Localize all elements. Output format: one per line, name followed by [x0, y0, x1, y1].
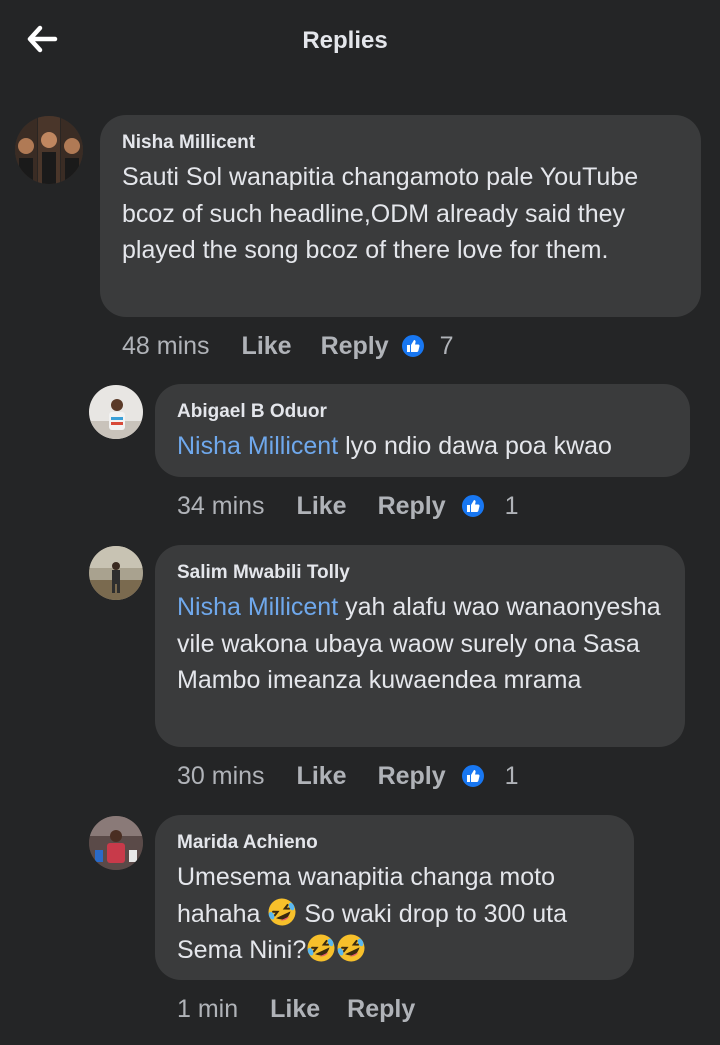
- reply-button[interactable]: Reply: [378, 762, 446, 791]
- comment-bubble[interactable]: Nisha Millicent Sauti Sol wanapitia chan…: [100, 115, 701, 317]
- avatar[interactable]: [89, 546, 143, 600]
- rolling-laughing-emoji-icon: [268, 898, 296, 925]
- comment-time[interactable]: 30 mins: [177, 762, 265, 791]
- comment-actions: 1 min Like Reply: [177, 993, 415, 1025]
- comment-actions: 48 mins Like Reply 7: [122, 330, 454, 362]
- avatar[interactable]: [15, 116, 83, 184]
- rolling-laughing-emoji-icon: [337, 934, 365, 962]
- comment-time[interactable]: 1 min: [177, 995, 238, 1024]
- avatar[interactable]: [89, 385, 143, 439]
- comment-text-body: lyo ndio dawa poa kwao: [338, 432, 612, 460]
- reply-button[interactable]: Reply: [321, 332, 389, 361]
- thumbs-up-icon[interactable]: [459, 763, 486, 789]
- like-button[interactable]: Like: [242, 332, 292, 361]
- comment-time[interactable]: 34 mins: [177, 492, 265, 521]
- header-bar: Replies: [0, 0, 720, 84]
- comment-author[interactable]: Salim Mwabili Tolly: [177, 561, 663, 585]
- reply-button[interactable]: Reply: [347, 995, 415, 1024]
- comment-text: Sauti Sol wanapitia changamoto pale YouT…: [122, 163, 639, 264]
- like-button[interactable]: Like: [297, 762, 347, 791]
- reaction-count[interactable]: 1: [505, 762, 519, 791]
- comment-actions: 34 mins Like Reply 1: [177, 490, 519, 522]
- comment-bubble[interactable]: Marida Achieno Umesema wanapitia changa …: [155, 815, 634, 980]
- reaction-count[interactable]: 7: [440, 332, 454, 361]
- rolling-laughing-emoji-icon: [307, 934, 335, 962]
- thumbs-up-icon[interactable]: [459, 493, 486, 519]
- comment-bubble[interactable]: Salim Mwabili Tolly Nisha Millicent yah …: [155, 545, 685, 747]
- avatar[interactable]: [89, 816, 143, 870]
- reaction-count[interactable]: 1: [505, 492, 519, 521]
- comment-time[interactable]: 48 mins: [122, 332, 210, 361]
- comment-author[interactable]: Abigael B Oduor: [177, 400, 668, 424]
- like-button[interactable]: Like: [270, 995, 320, 1024]
- comment-actions: 30 mins Like Reply 1: [177, 760, 519, 792]
- comment-author[interactable]: Marida Achieno: [177, 831, 612, 855]
- reply-button[interactable]: Reply: [378, 492, 446, 521]
- mention-link[interactable]: Nisha Millicent: [177, 593, 338, 621]
- comment-author[interactable]: Nisha Millicent: [122, 131, 679, 155]
- like-button[interactable]: Like: [297, 492, 347, 521]
- mention-link[interactable]: Nisha Millicent: [177, 432, 338, 460]
- avatar-image: [89, 385, 143, 439]
- comment-text: Nisha Millicent lyo ndio dawa poa kwao: [177, 428, 668, 465]
- avatar-image: [89, 816, 143, 870]
- page-title: Replies: [302, 27, 388, 54]
- avatar-image: [89, 546, 143, 600]
- comment-bubble[interactable]: Abigael B Oduor Nisha Millicent lyo ndio…: [155, 384, 690, 477]
- comment-text: Umesema wanapitia changa moto hahaha So …: [177, 859, 612, 969]
- thumbs-up-icon[interactable]: [399, 333, 426, 359]
- avatar-image: [15, 116, 83, 184]
- comment-text: Nisha Millicent yah alafu wao wanaonyesh…: [177, 589, 663, 699]
